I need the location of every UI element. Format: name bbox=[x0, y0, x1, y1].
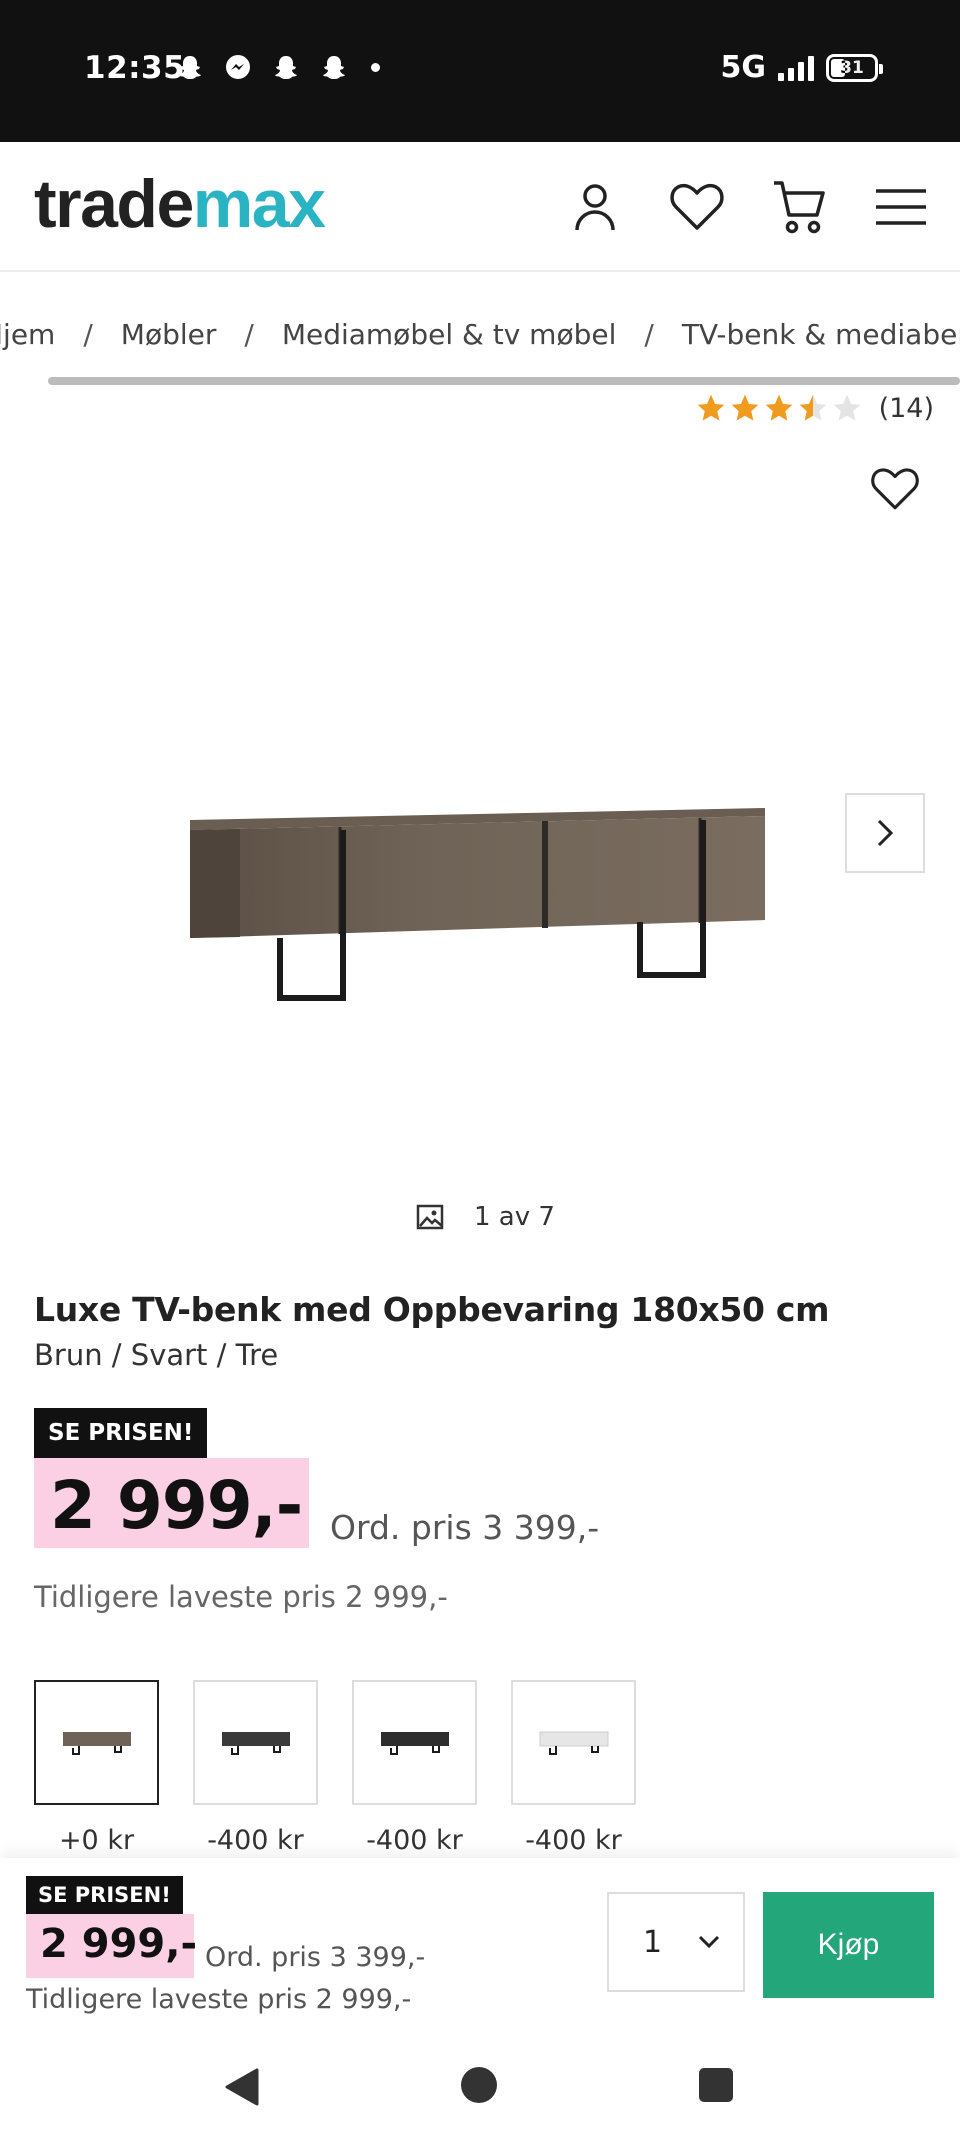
variant-option[interactable]: -400 kr bbox=[193, 1680, 318, 1856]
breadcrumb-scrollbar[interactable] bbox=[48, 377, 960, 385]
logo-text-max: max bbox=[192, 166, 326, 242]
sticky-ordinary-price: Ord. pris 3 399,- bbox=[205, 1942, 426, 1973]
notification-icons bbox=[175, 52, 380, 82]
status-bar: 12:35 5G 31 bbox=[0, 0, 960, 142]
variant-thumbnail[interactable] bbox=[352, 1680, 477, 1805]
system-status: 5G 31 bbox=[720, 50, 883, 85]
snapchat-icon bbox=[175, 52, 205, 82]
variant-price: +0 kr bbox=[58, 1825, 135, 1856]
variant-thumbnail[interactable] bbox=[511, 1680, 636, 1805]
variant-option[interactable]: -400 kr bbox=[511, 1680, 636, 1856]
variant-option[interactable]: -400 kr bbox=[352, 1680, 477, 1856]
buy-button[interactable]: Kjøp bbox=[763, 1892, 934, 1998]
sticky-previous-lowest-price: Tidligere laveste pris 2 999,- bbox=[26, 1984, 412, 2015]
star-full-icon bbox=[765, 394, 792, 421]
favorite-heart-icon[interactable] bbox=[870, 466, 920, 516]
star-empty-icon bbox=[833, 394, 860, 421]
snapchat-icon bbox=[319, 52, 349, 82]
breadcrumb-separator: / bbox=[644, 318, 654, 351]
chevron-right-icon bbox=[877, 819, 894, 847]
logo-text-trade: trade bbox=[34, 166, 194, 242]
gallery-counter-text: 1 av 7 bbox=[474, 1202, 555, 1232]
signal-icon bbox=[778, 55, 814, 81]
system-nav-bar bbox=[0, 2038, 960, 2137]
gallery-counter: 1 av 7 bbox=[416, 1202, 555, 1232]
variant-price: -400 kr bbox=[525, 1825, 622, 1856]
trademax-logo[interactable]: trademax bbox=[34, 170, 326, 238]
product-title: Luxe TV-benk med Oppbevaring 180x50 cm bbox=[34, 1290, 830, 1329]
battery-level: 31 bbox=[840, 57, 864, 78]
variant-thumbnail[interactable] bbox=[34, 1680, 159, 1805]
breadcrumb-item-home[interactable]: Hjem bbox=[0, 318, 55, 351]
star-full-icon bbox=[697, 394, 724, 421]
chevron-down-icon bbox=[698, 1935, 720, 1949]
star-half-icon bbox=[799, 394, 826, 421]
breadcrumb-separator: / bbox=[83, 318, 93, 351]
cart-icon[interactable] bbox=[770, 178, 828, 236]
gallery-next-button[interactable] bbox=[845, 793, 925, 873]
review-count: (14) bbox=[878, 392, 934, 424]
price-badge: SE PRISEN! bbox=[34, 1408, 208, 1458]
variant-price: -400 kr bbox=[366, 1825, 463, 1856]
breadcrumb-item-media-furniture[interactable]: Mediamøbel & tv møbel bbox=[282, 318, 617, 351]
back-icon[interactable] bbox=[223, 2068, 259, 2106]
home-icon[interactable] bbox=[461, 2067, 497, 2103]
heart-icon[interactable] bbox=[668, 178, 726, 236]
price-badge: SE PRISEN! bbox=[26, 1876, 183, 1914]
site-header: trademax bbox=[0, 142, 960, 272]
user-icon[interactable] bbox=[566, 178, 624, 236]
sticky-buy-bar: SE PRISEN! 2 999,- Ord. pris 3 399,- Tid… bbox=[0, 1858, 960, 2038]
variant-thumbnail[interactable] bbox=[193, 1680, 318, 1805]
quantity-value: 1 bbox=[643, 1924, 663, 1960]
product-price: 2 999,- bbox=[50, 1467, 303, 1544]
star-full-icon bbox=[731, 394, 758, 421]
image-icon bbox=[416, 1204, 444, 1230]
more-notifications-dot bbox=[371, 62, 380, 72]
snapchat-icon bbox=[271, 52, 301, 82]
previous-lowest-price: Tidligere laveste pris 2 999,- bbox=[34, 1580, 448, 1614]
ordinary-price: Ord. pris 3 399,- bbox=[330, 1508, 600, 1547]
breadcrumb-separator: / bbox=[244, 318, 254, 351]
recent-apps-icon[interactable] bbox=[699, 2068, 733, 2102]
variant-selector: +0 kr -400 kr -400 kr -400 kr bbox=[34, 1680, 636, 1856]
quantity-select[interactable]: 1 bbox=[607, 1892, 745, 1992]
variant-option[interactable]: +0 kr bbox=[34, 1680, 159, 1856]
breadcrumb-item-tv-bench[interactable]: TV-benk & mediabenk bbox=[682, 318, 960, 351]
product-rating[interactable]: (14) bbox=[695, 392, 934, 424]
messenger-icon bbox=[223, 52, 253, 82]
breadcrumb: Hjem / Møbler / Mediamøbel & tv møbel / … bbox=[0, 318, 960, 351]
breadcrumb-item-furniture[interactable]: Møbler bbox=[121, 318, 217, 351]
product-image[interactable] bbox=[180, 790, 780, 1040]
menu-icon[interactable] bbox=[872, 178, 930, 236]
product-variant-description: Brun / Svart / Tre bbox=[34, 1338, 279, 1372]
status-time: 12:35 bbox=[84, 50, 186, 86]
variant-price: -400 kr bbox=[207, 1825, 304, 1856]
sticky-price: 2 999,- bbox=[40, 1921, 198, 1967]
battery-icon: 31 bbox=[826, 53, 883, 82]
network-type: 5G bbox=[720, 50, 767, 85]
